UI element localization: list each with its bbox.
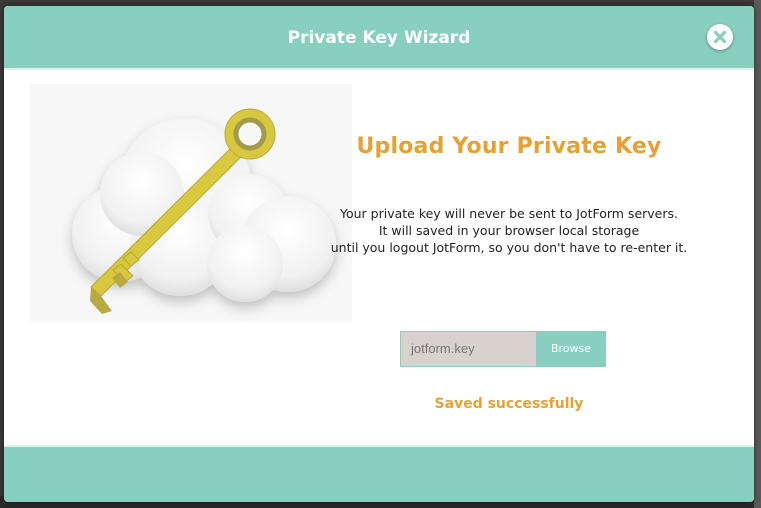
description-line: Your private key will never be sent to J… bbox=[340, 206, 678, 221]
dialog-footer bbox=[4, 447, 754, 502]
browse-button[interactable]: Browse bbox=[536, 331, 606, 367]
dialog-title: Private Key Wizard bbox=[287, 28, 471, 48]
header-divider bbox=[4, 68, 754, 70]
description: Your private key will never be sent to J… bbox=[294, 205, 724, 256]
description-line: until you logout JotForm, so you don't h… bbox=[330, 240, 688, 255]
description-line: It will saved in your browser local stor… bbox=[378, 223, 640, 238]
close-button[interactable] bbox=[707, 24, 733, 50]
key-cloud-illustration bbox=[30, 84, 352, 322]
upload-heading: Upload Your Private Key bbox=[356, 134, 662, 159]
private-key-wizard-dialog: Private Key Wizard Upload Your Private K… bbox=[4, 6, 754, 502]
background-edge bbox=[754, 0, 761, 508]
close-icon bbox=[713, 30, 727, 44]
key-file-field[interactable]: jotform.key bbox=[400, 331, 536, 367]
status-message: Saved successfully bbox=[434, 396, 584, 412]
